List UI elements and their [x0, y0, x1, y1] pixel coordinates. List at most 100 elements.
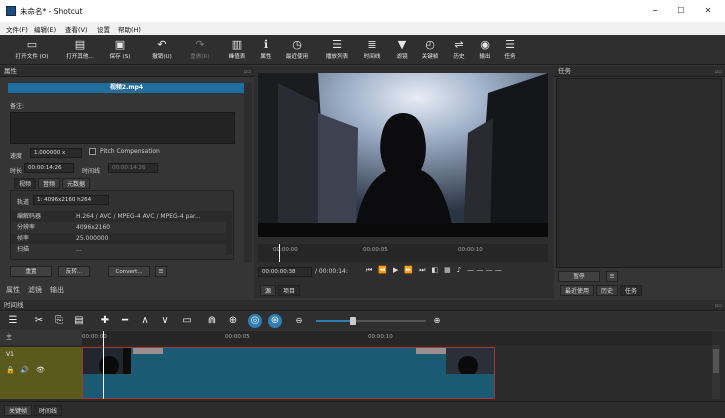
speed-input[interactable]: 1.000000 x — [30, 148, 82, 158]
zoom-slider[interactable] — [316, 317, 426, 325]
track-name: V1 — [6, 351, 14, 358]
clip-name: 视频2.mp4 — [8, 83, 245, 93]
info-scrollbar[interactable] — [226, 211, 232, 255]
mute-icon[interactable]: 🔊 — [20, 366, 29, 374]
pause-button[interactable]: 暂停 — [558, 271, 600, 282]
skip-previous-icon[interactable]: ⏮ — [366, 266, 372, 275]
clip-label — [133, 348, 163, 354]
cut-icon[interactable]: ✂ — [32, 314, 46, 328]
eye-icon[interactable]: 👁 — [36, 366, 45, 374]
timeline-duration-value: 00:00:14:26 — [108, 163, 158, 173]
maximize-button[interactable]: ☐ — [671, 4, 691, 18]
jobs-menu-button[interactable]: ☰ — [606, 271, 618, 282]
tab-history[interactable]: 历史 — [596, 285, 619, 296]
close-button[interactable]: ✕ — [698, 4, 718, 18]
speed-label: 速度 — [10, 153, 23, 160]
jobs-button[interactable]: ☰ 任务 — [486, 37, 534, 60]
grid-icon[interactable]: ▦ — [444, 266, 451, 275]
fast-forward-icon[interactable]: ⏩ — [404, 266, 413, 275]
tab-filters[interactable]: 滤镜 — [28, 285, 42, 295]
position-timecode[interactable]: 00:00:00:38 — [258, 267, 312, 277]
overwrite-icon[interactable]: ∨ — [158, 314, 172, 328]
minimize-button[interactable]: – — [645, 4, 665, 18]
tab-video[interactable]: 视频 — [14, 178, 37, 189]
tab-keyframes[interactable]: 关键帧 — [4, 405, 33, 416]
tab-project[interactable]: 项目 — [278, 285, 301, 296]
ripple-all-icon[interactable]: ⊛ — [268, 314, 282, 328]
jobs-icon: ☰ — [505, 38, 515, 51]
tab-export[interactable]: 输出 — [50, 285, 64, 295]
track-header-v1[interactable]: V1 🔒 🔊 👁 — [0, 347, 82, 399]
float-icon[interactable]: ▫▫ — [715, 67, 722, 78]
pitch-checkbox[interactable] — [89, 148, 96, 155]
lock-icon[interactable]: 🔒 — [6, 366, 15, 374]
tab-recent[interactable]: 最近使用 — [560, 285, 595, 296]
window-title: 未命名* - Shotcut — [20, 7, 83, 16]
zoom-out-icon[interactable]: ⊖ — [292, 314, 306, 328]
timeline-title: 时间线 ▫▫ — [0, 300, 725, 311]
ripple-icon[interactable]: ◎ — [248, 314, 262, 328]
reset-button[interactable]: 重置 — [10, 266, 52, 277]
timeline-area: 主 00:00:00 00:00:05 00:00:10 V1 🔒 🔊 👁 — [0, 331, 725, 401]
duration-label: 时长 — [10, 168, 23, 175]
tab-timeline[interactable]: 时间线 — [34, 405, 63, 416]
save-button[interactable]: ▣ 保存 (S) — [96, 37, 144, 60]
track-label: 轨道 — [17, 199, 30, 206]
tab-properties[interactable]: 属性 — [6, 285, 20, 295]
zoom-select[interactable]: — — — — — [467, 266, 502, 275]
tab-source[interactable]: 源 — [260, 285, 277, 296]
split-icon[interactable]: ▭ — [180, 314, 194, 328]
paste-icon[interactable]: ▤ — [72, 314, 86, 328]
zoom-in-icon[interactable]: ⊕ — [430, 314, 444, 328]
menu-view[interactable]: 查看(V) — [65, 24, 88, 34]
in-out-icon[interactable]: ◧ — [431, 266, 438, 275]
float-icon[interactable]: ▫▫ — [715, 301, 722, 312]
clip-thumbnail-end — [446, 348, 494, 376]
menu-settings[interactable]: 设置 — [97, 24, 110, 34]
video-clip[interactable] — [82, 347, 495, 399]
title-bar: 未命名* - Shotcut – ☐ ✕ — [0, 0, 725, 22]
table-row: 扫描... — [17, 246, 82, 253]
player-playhead[interactable] — [279, 244, 280, 262]
copy-icon[interactable]: ⎘ — [52, 314, 66, 328]
track-select[interactable]: 1: 4096x2160 h264 — [33, 195, 109, 205]
app-icon — [6, 6, 16, 16]
float-icon[interactable]: ▫▫ — [244, 67, 251, 78]
table-row: 编解码器 H.264 / AVC / MPEG-4 AVC / MPEG-4 pa… — [11, 211, 231, 222]
properties-scrollbar[interactable] — [244, 83, 252, 263]
notes-field[interactable] — [10, 112, 235, 144]
duration-input[interactable]: 00:00:14:26 — [24, 163, 74, 173]
track-header-master: 主 — [0, 331, 82, 345]
open-file-button[interactable]: ▭ 打开文件 (O) — [8, 37, 56, 60]
video-frame-image — [258, 73, 548, 237]
timeline-ruler[interactable]: 00:00:00 00:00:05 00:00:10 — [82, 331, 712, 345]
lift-icon[interactable]: ∧ — [138, 314, 152, 328]
tab-jobs[interactable]: 任务 — [620, 285, 643, 296]
save-icon: ▣ — [114, 38, 126, 51]
append-icon[interactable]: ✚ — [98, 314, 112, 328]
timeline-vscrollbar[interactable] — [712, 345, 720, 399]
menu-file[interactable]: 文件(F) — [6, 24, 28, 34]
folder-icon: ▭ — [26, 38, 38, 51]
reverse-button[interactable]: 反转... — [58, 266, 90, 277]
jobs-panel: 任务 ▫▫ 暂停 ☰ 最近使用 历史 任务 — [554, 66, 725, 298]
timeline-menu-icon[interactable]: ☰ — [6, 314, 20, 328]
snap-icon[interactable]: ⋒ — [205, 314, 219, 328]
remove-icon[interactable]: ━ — [118, 314, 132, 328]
volume-icon[interactable]: ♪ — [457, 266, 461, 275]
convert-button[interactable]: Convert... — [108, 266, 150, 277]
tab-metadata[interactable]: 元数据 — [62, 178, 91, 189]
tab-audio[interactable]: 音频 — [38, 178, 61, 189]
skip-next-icon[interactable]: ⏭ — [419, 266, 425, 275]
menu-edit[interactable]: 编辑(E) — [34, 24, 56, 34]
player-ruler[interactable]: 00:00:00 00:00:05 00:00:10 — [258, 244, 548, 262]
play-icon[interactable]: ▶ — [393, 266, 398, 275]
right-dock-tabs: 最近使用 历史 任务 — [554, 285, 643, 296]
menu-button[interactable]: ☰ — [155, 266, 167, 277]
timeline-playhead[interactable] — [103, 331, 104, 399]
menu-help[interactable]: 帮助(H) — [118, 24, 141, 34]
main-toolbar: ▭ 打开文件 (O) ▤ 打开其他... ▣ 保存 (S) ↶ 撤销(U) ↷ 重做(R)… — [0, 35, 725, 65]
properties-tabs: 视频 音频 元数据 — [14, 178, 91, 189]
scrub-icon[interactable]: ⊕ — [226, 314, 240, 328]
rewind-icon[interactable]: ⏪ — [378, 266, 387, 275]
